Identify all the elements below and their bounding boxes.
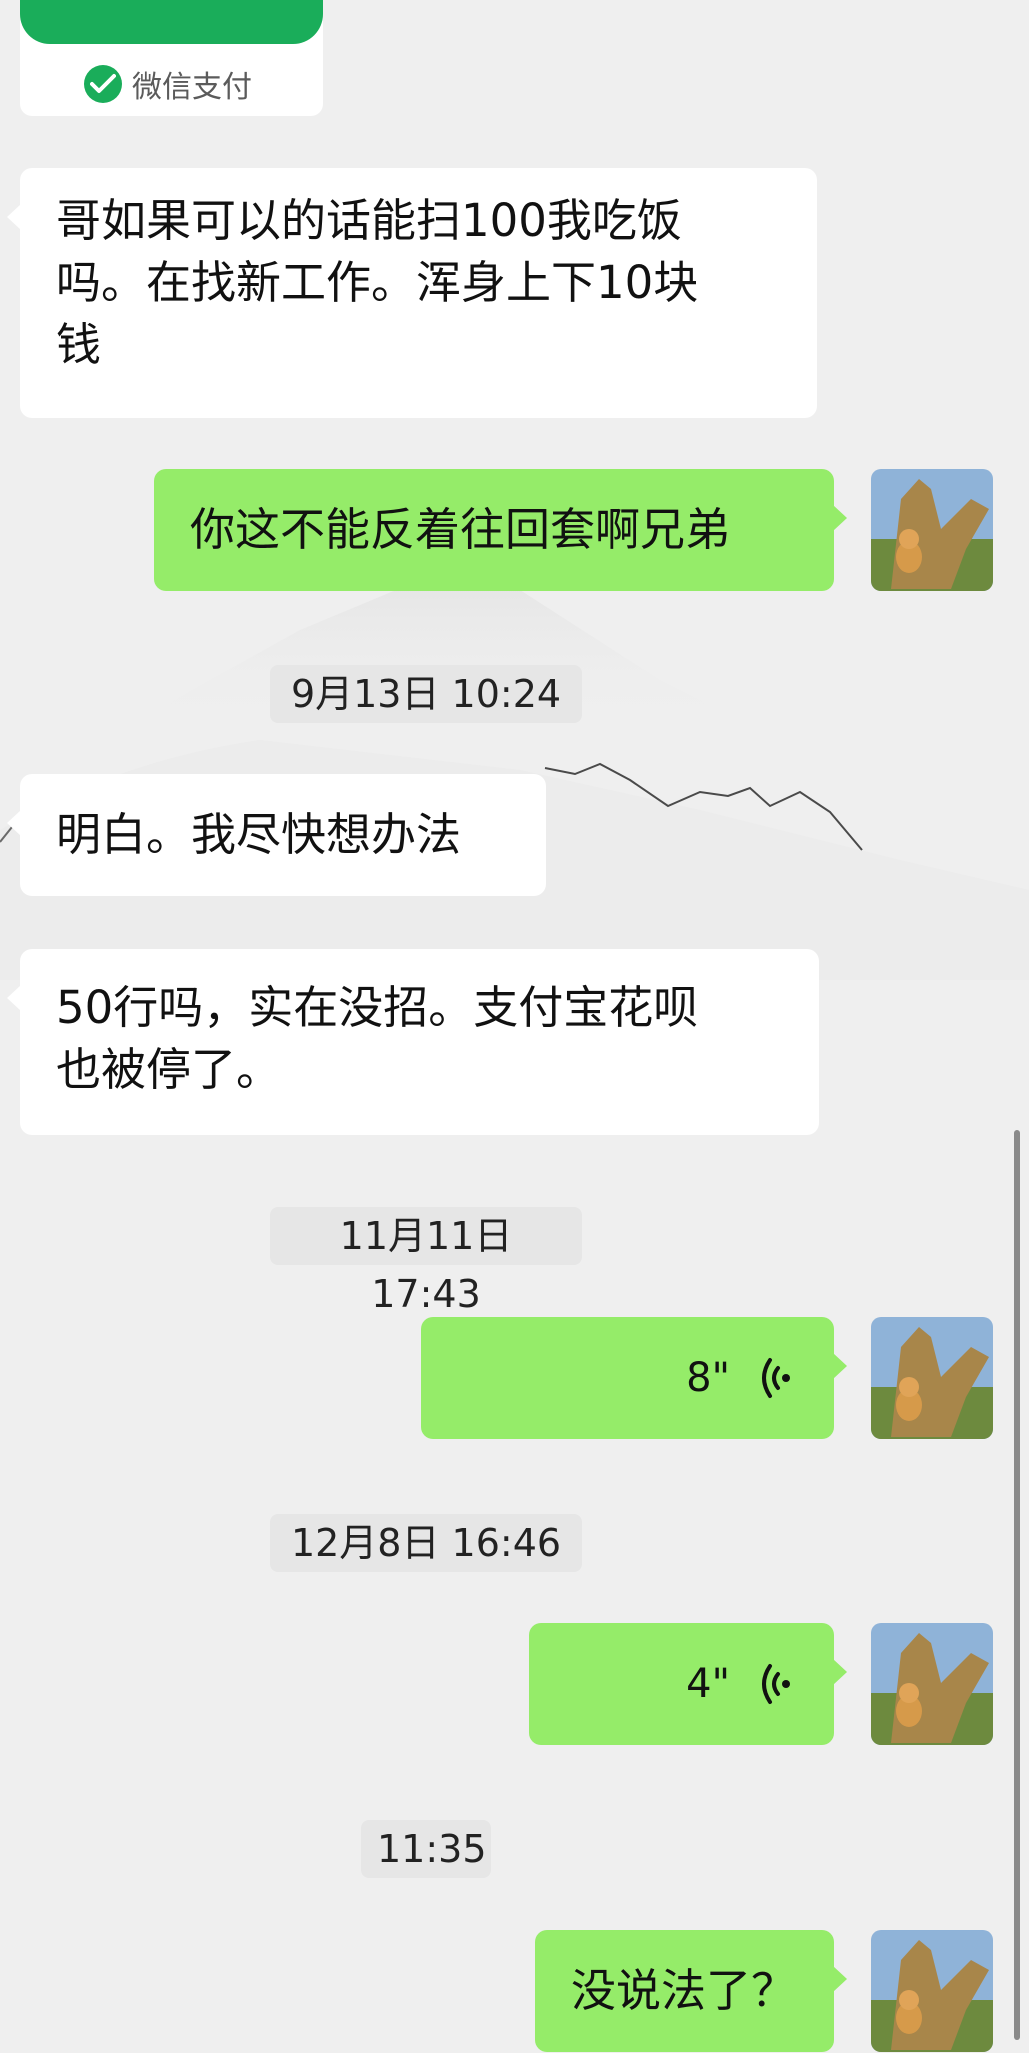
message-line: 哥如果可以的话能扫100我吃饭 (56, 194, 682, 247)
timestamp: 11:35 (361, 1820, 491, 1878)
voice-duration: 4" (686, 1661, 730, 1707)
outgoing-message-bubble[interactable]: 你这不能反着往回套啊兄弟 (154, 469, 847, 591)
message-line: 钱 (56, 318, 102, 371)
timestamp: 11月11日 17:43 (270, 1207, 582, 1316)
message-line: 50行吗，实在没招。支付宝花呗 (56, 981, 699, 1034)
message-line: 没说法了？ (571, 1964, 797, 2017)
voice-content: 4" (565, 1623, 792, 1745)
avatar-image-icon (871, 1930, 993, 2052)
mountain-wallpaper-icon (0, 560, 1029, 980)
my-avatar[interactable] (871, 1317, 993, 1439)
chat-window[interactable]: 微信支付 哥如果可以的话能扫100我吃饭 吗。在找新工作。浑身上下10块 钱 你… (0, 0, 1029, 2053)
wechat-pay-label: 微信支付 (132, 70, 252, 105)
scrollbar[interactable] (1014, 1130, 1020, 2040)
voice-message-bubble[interactable]: 8" (421, 1317, 847, 1439)
voice-wave-icon (762, 1358, 790, 1398)
wechat-pay-card[interactable]: 微信支付 (20, 0, 323, 116)
pay-card-footer: 微信支付 (84, 62, 252, 106)
incoming-message-bubble[interactable]: 50行吗，实在没招。支付宝花呗 也被停了。 (7, 949, 819, 1135)
timestamp: 9月13日 10:24 (270, 665, 582, 723)
incoming-message-bubble[interactable]: 明白。我尽快想办法 (7, 774, 546, 896)
incoming-message-bubble[interactable]: 哥如果可以的话能扫100我吃饭 吗。在找新工作。浑身上下10块 钱 (7, 168, 817, 418)
avatar-image-icon (871, 1623, 993, 1745)
voice-message-bubble[interactable]: 4" (529, 1623, 847, 1745)
avatar-image-icon (871, 1317, 993, 1439)
message-line: 明白。我尽快想办法 (56, 808, 462, 861)
my-avatar[interactable] (871, 1930, 993, 2052)
wechat-pay-icon (84, 65, 122, 103)
message-line: 也被停了。 (56, 1043, 282, 1096)
pay-card-header (20, 0, 323, 44)
voice-duration: 8" (686, 1355, 730, 1401)
message-line: 吗。在找新工作。浑身上下10块 (56, 256, 699, 309)
message-line: 你这不能反着往回套啊兄弟 (190, 503, 731, 556)
outgoing-message-bubble[interactable]: 没说法了？ (535, 1930, 847, 2052)
my-avatar[interactable] (871, 469, 993, 591)
my-avatar[interactable] (871, 1623, 993, 1745)
voice-wave-icon (762, 1664, 790, 1704)
timestamp: 12月8日 16:46 (270, 1514, 582, 1572)
avatar-image-icon (871, 469, 993, 591)
voice-content: 8" (457, 1317, 792, 1439)
